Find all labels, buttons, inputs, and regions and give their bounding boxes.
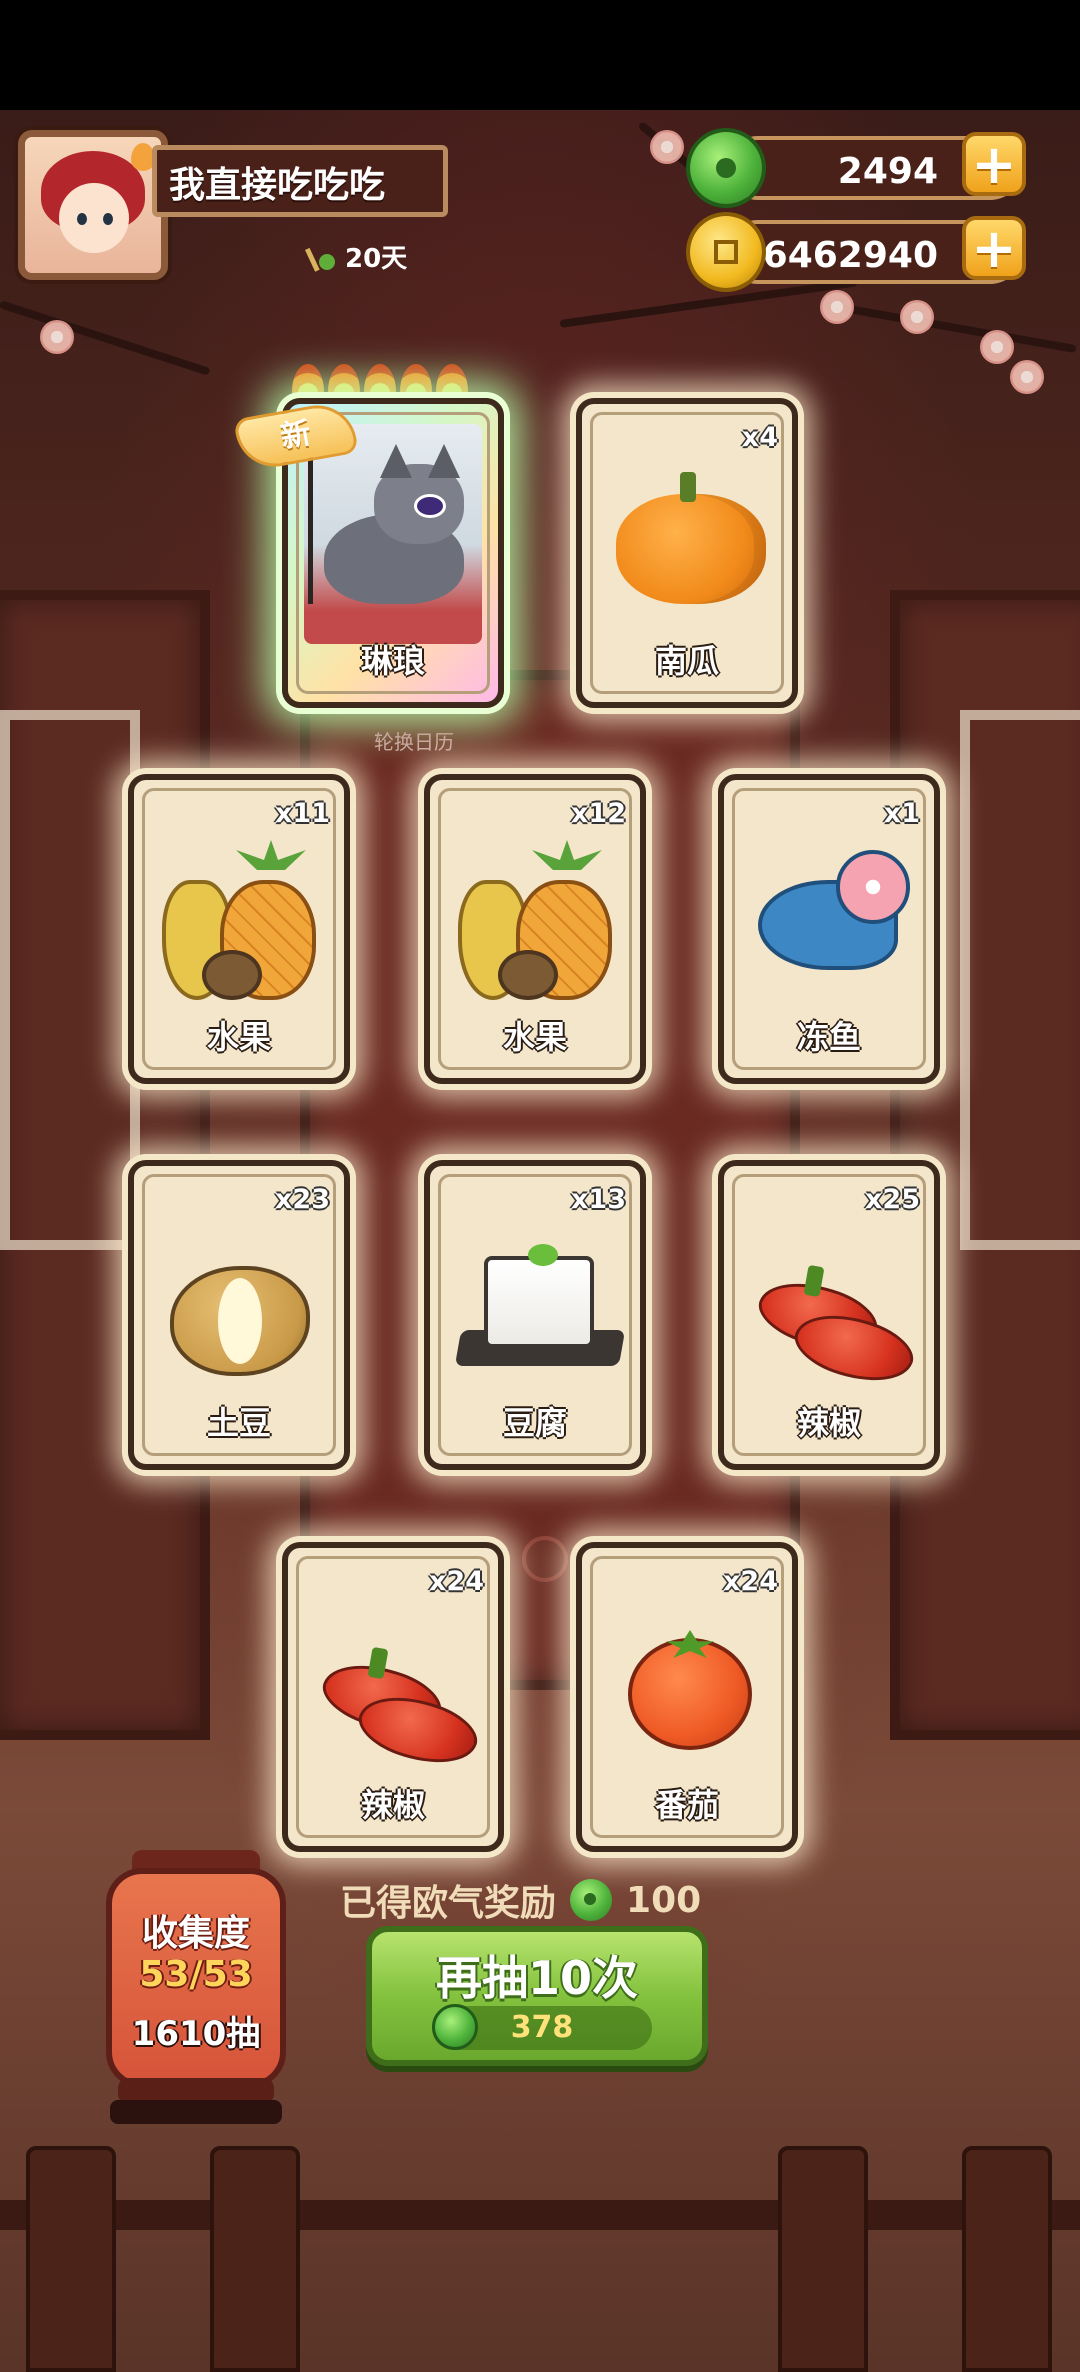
reward-label: 已得欧气奖励	[340, 1883, 557, 1924]
card-label: 番茄	[654, 1786, 719, 1824]
card-chili[interactable]: x25 辣椒	[718, 1160, 940, 1470]
ornament-icon	[522, 1536, 568, 1582]
pumpkin-body	[616, 494, 766, 604]
fish-icon	[748, 840, 910, 1000]
jade-icon	[432, 2004, 478, 2050]
card-label: 豆腐	[502, 1404, 567, 1442]
blossom	[820, 290, 854, 324]
player-avatar[interactable]	[18, 130, 168, 280]
collection-lantern[interactable]: 收集度 53/53 1610抽	[106, 1868, 286, 2088]
coin-icon	[690, 216, 762, 288]
pumpkin-stem	[680, 472, 696, 502]
card-label: 冻鱼	[796, 1018, 861, 1056]
avatar-eye	[103, 213, 113, 225]
fence-post	[210, 2146, 300, 2372]
blossom	[650, 130, 684, 164]
left-lattice	[0, 710, 140, 1250]
card-potato[interactable]: x23 土豆	[128, 1160, 350, 1470]
card-label: 土豆	[206, 1404, 271, 1442]
card-tomato[interactable]: x24 番茄	[576, 1542, 798, 1852]
wolf-art	[304, 424, 482, 644]
add-coins-button[interactable]: +	[962, 216, 1026, 280]
player-name[interactable]: 我直接吃吃吃	[152, 145, 448, 217]
rotation-calendar-label[interactable]: 轮换日历	[374, 726, 454, 755]
chili-icon	[748, 1226, 921, 1397]
kiwi-shape	[498, 950, 558, 1000]
card-frozen-fish[interactable]: x1 冻鱼	[718, 774, 940, 1084]
card-label: 水果	[206, 1018, 271, 1056]
kiwi-shape	[202, 950, 262, 1000]
avatar-face	[59, 183, 129, 253]
pumpkin-icon	[606, 464, 768, 624]
card-tofu[interactable]: x13 豆腐	[424, 1160, 646, 1470]
collection-progress: 53/53	[139, 1954, 253, 1995]
card-count: x24	[723, 1566, 778, 1597]
card-count: x11	[275, 798, 330, 829]
tofu-icon	[454, 1226, 626, 1386]
collection-title: 收集度	[141, 1913, 250, 1954]
card-count: x4	[741, 422, 778, 453]
fence-post	[778, 2146, 868, 2372]
reward-amount: 100	[626, 1879, 702, 1921]
sprout-icon	[305, 240, 339, 274]
card-fruit[interactable]: x12 水果	[424, 774, 646, 1084]
wolf-eye	[414, 494, 446, 518]
card-label: 琳琅	[360, 642, 425, 680]
blossom	[1010, 360, 1044, 394]
potato-slice	[218, 1278, 262, 1364]
card-count: x12	[571, 798, 626, 829]
tomato-icon	[606, 1608, 768, 1768]
tofu-garnish	[528, 1244, 558, 1266]
card-chili[interactable]: x24 辣椒	[282, 1542, 504, 1852]
draw-button-label: 再抽10次	[435, 1951, 638, 2005]
card-label: 水果	[502, 1018, 567, 1056]
jade-icon	[690, 132, 762, 204]
card-count: x13	[571, 1184, 626, 1215]
tofu-block	[484, 1256, 594, 1348]
draw-again-button[interactable]: 再抽10次 378	[366, 1926, 708, 2066]
blossom	[900, 300, 934, 334]
card-label: 辣椒	[796, 1404, 861, 1442]
card-pumpkin[interactable]: x4 南瓜	[576, 398, 798, 708]
lantern-stand	[110, 2100, 282, 2124]
card-count: x25	[865, 1184, 920, 1215]
card-count: x23	[275, 1184, 330, 1215]
tomato-body	[628, 1638, 752, 1750]
luck-reward: 已得欧气奖励 100	[340, 1874, 701, 1926]
card-fruit[interactable]: x11 水果	[128, 774, 350, 1084]
card-label: 辣椒	[360, 1786, 425, 1824]
right-lattice	[960, 710, 1080, 1250]
fence-post	[962, 2146, 1052, 2372]
fruit-icon	[454, 840, 616, 1000]
chili-icon	[312, 1608, 485, 1779]
potato-icon	[158, 1226, 320, 1386]
wolf-ear	[380, 444, 412, 478]
fence-post	[26, 2146, 116, 2372]
card-count: x1	[883, 798, 920, 829]
fruit-icon	[158, 840, 320, 1000]
login-days: 20天	[305, 238, 407, 275]
card-count: x24	[429, 1566, 484, 1597]
add-jade-button[interactable]: +	[962, 132, 1026, 196]
card-label: 南瓜	[654, 642, 719, 680]
jade-icon	[570, 1879, 613, 1921]
avatar-eye	[77, 213, 87, 225]
blossom	[980, 330, 1014, 364]
blossom	[40, 320, 74, 354]
fish-steak	[836, 850, 910, 924]
wolf-ear	[428, 444, 460, 478]
collection-pulls: 1610抽	[131, 2014, 261, 2054]
days-label: 20天	[345, 244, 408, 274]
fence-rail	[0, 2200, 1080, 2230]
